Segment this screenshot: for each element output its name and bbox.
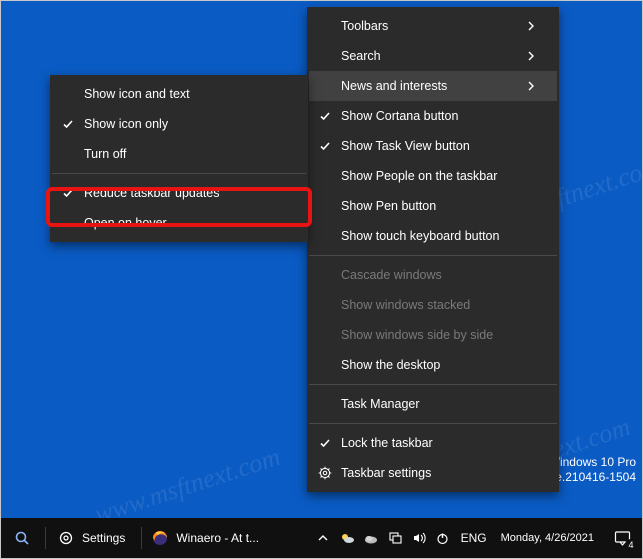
system-tray: ENG Monday, 4/26/2021 4 — [311, 518, 642, 558]
menu-item-label: Show windows side by side — [341, 328, 543, 342]
taskbar-menu-item-show-windows-stacked: Show windows stacked — [309, 290, 557, 320]
chevron-right-icon — [527, 21, 543, 31]
gear-icon — [58, 530, 74, 546]
menu-item-label: Taskbar settings — [341, 466, 543, 480]
taskbar-menu-item-lock-the-taskbar[interactable]: Lock the taskbar — [309, 428, 557, 458]
taskbar-menu-item-cascade-windows: Cascade windows — [309, 260, 557, 290]
watermark: www.msftnext.com — [91, 442, 284, 530]
tray-input-language[interactable]: ENG — [455, 518, 493, 558]
checkmark-icon — [309, 437, 341, 449]
firefox-icon — [152, 530, 168, 546]
checkmark-icon — [309, 110, 341, 122]
taskbar-separator — [45, 527, 46, 549]
taskbar-app-label: Winaero - At t... — [176, 531, 259, 545]
gear-icon — [309, 466, 341, 480]
volume-icon[interactable] — [407, 518, 431, 558]
news-submenu-separator — [52, 173, 306, 174]
tray-date: Monday, 4/26/2021 — [501, 532, 594, 545]
news-submenu-item-show-icon-only[interactable]: Show icon only — [52, 109, 306, 139]
menu-item-label: Show windows stacked — [341, 298, 543, 312]
taskbar: Settings Winaero - At t... ENG Monday, — [1, 518, 642, 558]
taskbar-menu-item-show-touch-keyboard-button[interactable]: Show touch keyboard button — [309, 221, 557, 251]
chevron-right-icon — [527, 81, 543, 91]
taskbar-menu-item-task-manager[interactable]: Task Manager — [309, 389, 557, 419]
taskbar-separator — [141, 527, 142, 549]
news-interests-submenu: Show icon and text Show icon only Turn off… — [50, 75, 308, 242]
desktop-edition-text: Windows 10 Pro se.210416-1504 — [549, 455, 636, 485]
news-submenu-item-turn-off[interactable]: Turn off — [52, 139, 306, 169]
action-center-button[interactable]: 4 — [602, 518, 642, 558]
taskbar-menu-separator — [309, 255, 557, 256]
taskbar-menu-item-toolbars[interactable]: Toolbars — [309, 11, 557, 41]
menu-item-label: Show Pen button — [341, 199, 543, 213]
menu-item-label: Reduce taskbar updates — [84, 186, 292, 200]
menu-item-label: Turn off — [84, 147, 292, 161]
tray-chevron-up-icon[interactable] — [311, 518, 335, 558]
news-submenu-item-show-icon-and-text[interactable]: Show icon and text — [52, 79, 306, 109]
taskbar-menu-item-show-windows-side-by-side: Show windows side by side — [309, 320, 557, 350]
taskbar-menu-item-show-the-desktop[interactable]: Show the desktop — [309, 350, 557, 380]
menu-item-label: Search — [341, 49, 527, 63]
power-icon[interactable] — [431, 518, 455, 558]
menu-item-label: Toolbars — [341, 19, 527, 33]
news-submenu-item-reduce-taskbar-updates[interactable]: Reduce taskbar updates — [52, 178, 306, 208]
menu-item-label: Cascade windows — [341, 268, 543, 282]
checkmark-icon — [52, 118, 84, 130]
taskbar-app-settings[interactable]: Settings — [48, 518, 139, 558]
edition-line: Windows 10 Pro — [549, 455, 636, 470]
menu-item-label: News and interests — [341, 79, 527, 93]
weather-icon[interactable] — [335, 518, 359, 558]
menu-item-label: Show People on the taskbar — [341, 169, 543, 183]
search-icon — [14, 530, 30, 546]
taskbar-context-menu: Toolbars Search News and interests Show Cor… — [307, 7, 559, 492]
taskbar-menu-separator — [309, 384, 557, 385]
taskbar-menu-item-show-people-on-the-taskbar[interactable]: Show People on the taskbar — [309, 161, 557, 191]
taskbar-menu-item-show-cortana-button[interactable]: Show Cortana button — [309, 101, 557, 131]
menu-item-label: Show icon only — [84, 117, 292, 131]
chevron-right-icon — [527, 51, 543, 61]
taskbar-app-winaero[interactable]: Winaero - At t... — [144, 518, 267, 558]
notification-count-badge: 4 — [625, 539, 637, 551]
menu-item-label: Show touch keyboard button — [341, 229, 543, 243]
taskbar-menu-item-show-pen-button[interactable]: Show Pen button — [309, 191, 557, 221]
menu-item-label: Show Cortana button — [341, 109, 543, 123]
search-button[interactable] — [1, 518, 43, 558]
build-line: se.210416-1504 — [549, 470, 636, 485]
menu-item-label: Show icon and text — [84, 87, 292, 101]
menu-item-label: Open on hover — [84, 216, 292, 230]
checkmark-icon — [52, 187, 84, 199]
tray-clock[interactable]: Monday, 4/26/2021 — [493, 532, 602, 545]
menu-item-label: Lock the taskbar — [341, 436, 543, 450]
menu-item-label: Show the desktop — [341, 358, 543, 372]
menu-item-label: Show Task View button — [341, 139, 543, 153]
menu-item-label: Task Manager — [341, 397, 543, 411]
taskbar-app-label: Settings — [82, 531, 125, 545]
taskbar-menu-item-news-and-interests[interactable]: News and interests — [309, 71, 557, 101]
onedrive-icon[interactable] — [359, 518, 383, 558]
taskbar-menu-item-show-task-view-button[interactable]: Show Task View button — [309, 131, 557, 161]
news-submenu-item-open-on-hover[interactable]: Open on hover — [52, 208, 306, 238]
taskbar-menu-item-taskbar-settings[interactable]: Taskbar settings — [309, 458, 557, 488]
checkmark-icon — [309, 140, 341, 152]
network-icon[interactable] — [383, 518, 407, 558]
taskbar-menu-separator — [309, 423, 557, 424]
taskbar-menu-item-search[interactable]: Search — [309, 41, 557, 71]
